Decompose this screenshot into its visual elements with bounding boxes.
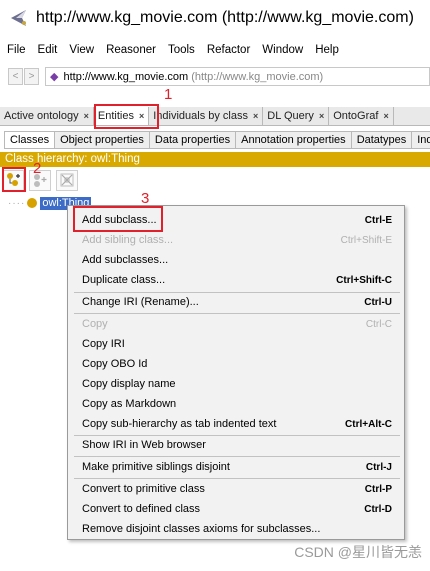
tab-label: Active ontology — [4, 110, 79, 122]
menu-item-label: Copy — [82, 318, 108, 330]
menu-item-label: Add subclasses... — [82, 254, 169, 266]
subtab-datatypes[interactable]: Datatypes — [351, 131, 413, 149]
tab-ontograf[interactable]: OntoGraf × — [329, 107, 394, 125]
back-button[interactable]: < — [8, 68, 23, 85]
menu-item-shortcut: Ctrl-U — [364, 296, 392, 308]
annotation-box-entities-tab — [94, 104, 159, 129]
subtab-object-properties[interactable]: Object properties — [55, 131, 150, 149]
ontology-iri: http://www.kg_movie.com — [63, 70, 189, 83]
menu-item-shortcut: Ctrl-E — [364, 214, 392, 226]
menu-item-remove-disjoint-axioms[interactable]: Remove disjoint classes axioms for subcl… — [82, 519, 392, 539]
menu-item-label: Make primitive siblings disjoint — [82, 461, 230, 473]
menu-item-copy-sub-hierarchy[interactable]: Copy sub-hierarchy as tab indented text C… — [82, 414, 392, 434]
tab-label: Individuals by class — [153, 110, 248, 122]
menu-item-label: Add sibling class... — [82, 234, 174, 246]
close-icon[interactable]: × — [383, 111, 388, 121]
menu-file[interactable]: File — [0, 44, 32, 56]
close-icon[interactable]: × — [319, 111, 324, 121]
protege-icon — [11, 10, 26, 26]
class-hierarchy-header: Class hierarchy: owl:Thing — [0, 152, 430, 167]
subtab-individuals[interactable]: Indiv — [412, 131, 430, 149]
menu-item-label: Duplicate class... — [82, 274, 166, 286]
menu-item-label: Copy display name — [82, 378, 176, 390]
menu-window[interactable]: Window — [256, 44, 309, 56]
annotation-number: 1 — [164, 86, 173, 103]
menu-item-copy-as-markdown[interactable]: Copy as Markdown — [82, 394, 392, 414]
delete-class-icon — [60, 173, 74, 187]
tab-individuals-by-class[interactable]: Individuals by class × — [149, 107, 264, 125]
menu-help[interactable]: Help — [309, 44, 345, 56]
menu-tools[interactable]: Tools — [162, 44, 201, 56]
entity-subtabs: Classes Object properties Data propertie… — [4, 131, 430, 149]
annotation-box-add-subclass-item — [73, 206, 163, 232]
menu-item-add-subclasses[interactable]: Add subclasses... — [82, 250, 392, 270]
subtab-data-properties[interactable]: Data properties — [149, 131, 237, 149]
menu-item-copy-display-name[interactable]: Copy display name — [82, 374, 392, 394]
forward-button[interactable]: > — [24, 68, 39, 85]
tab-label: DL Query — [267, 110, 314, 122]
menu-reasoner[interactable]: Reasoner — [100, 44, 162, 56]
ontology-iri-hint: (http://www.kg_movie.com) — [191, 70, 324, 83]
menu-item-convert-to-defined[interactable]: Convert to defined class Ctrl-D — [82, 499, 392, 519]
menu-item-label: Convert to primitive class — [82, 483, 205, 495]
class-icon — [27, 198, 38, 208]
menu-item-shortcut: Ctrl-D — [364, 503, 392, 515]
context-menu: Add subclass... Ctrl-E Add sibling class.… — [67, 205, 405, 540]
annotation-number: 2 — [33, 160, 42, 177]
menu-bar: File Edit View Reasoner Tools Refactor W… — [0, 40, 430, 60]
menu-item-label: Change IRI (Rename)... — [82, 296, 199, 308]
menu-item-copy-iri[interactable]: Copy IRI — [82, 334, 392, 354]
annotation-number: 3 — [141, 190, 150, 207]
tree-connector: ···· — [8, 197, 26, 209]
menu-item-shortcut: Ctrl-J — [365, 461, 392, 473]
menu-item-convert-to-primitive[interactable]: Convert to primitive class Ctrl-P — [82, 479, 392, 499]
menu-item-make-siblings-disjoint[interactable]: Make primitive siblings disjoint Ctrl-J — [82, 457, 392, 477]
menu-item-shortcut: Ctrl-C — [365, 318, 392, 330]
menu-edit[interactable]: Edit — [32, 44, 64, 56]
workspace-tabs: Active ontology × Entities × Individuals… — [0, 107, 430, 126]
tab-label: OntoGraf — [333, 110, 379, 122]
url-bar: < > ◆ http://www.kg_movie.com (http://ww… — [8, 66, 430, 87]
chevron-right-icon: > — [28, 71, 35, 82]
menu-view[interactable]: View — [63, 44, 100, 56]
menu-item-label: Convert to defined class — [82, 503, 201, 515]
menu-item-label: Show IRI in Web browser — [82, 439, 206, 451]
menu-item-copy-obo-id[interactable]: Copy OBO Id — [82, 354, 392, 374]
menu-item-label: Copy IRI — [82, 338, 125, 350]
menu-item-shortcut: Ctrl-P — [364, 483, 392, 495]
menu-item-label: Copy OBO Id — [82, 358, 148, 370]
menu-item-shortcut: Ctrl+Shift-C — [336, 274, 392, 286]
subtab-annotation-properties[interactable]: Annotation properties — [236, 131, 352, 149]
watermark: CSDN @星川皆无恙 — [294, 544, 422, 560]
menu-item-shortcut: Ctrl+Shift-E — [340, 234, 392, 246]
menu-item-add-sibling-class: Add sibling class... Ctrl+Shift-E — [82, 230, 392, 250]
window-title: http://www.kg_movie.com (http://www.kg_m… — [36, 9, 414, 26]
delete-class-button[interactable] — [56, 169, 78, 191]
close-icon[interactable]: × — [253, 111, 258, 121]
hierarchy-toolbar — [0, 168, 430, 192]
annotation-box-add-subclass — [2, 167, 26, 192]
menu-item-copy: Copy Ctrl-C — [82, 314, 392, 334]
menu-item-label: Copy as Markdown — [82, 398, 177, 410]
close-icon[interactable]: × — [84, 111, 89, 121]
tab-dl-query[interactable]: DL Query × — [263, 107, 330, 125]
menu-refactor[interactable]: Refactor — [201, 44, 256, 56]
menu-item-change-iri[interactable]: Change IRI (Rename)... Ctrl-U — [82, 292, 392, 312]
menu-item-duplicate-class[interactable]: Duplicate class... Ctrl+Shift-C — [82, 270, 392, 290]
title-bar: http://www.kg_movie.com (http://www.kg_m… — [0, 0, 430, 36]
chevron-left-icon: < — [12, 71, 19, 82]
ontology-iri-field[interactable]: ◆ http://www.kg_movie.com (http://www.kg… — [45, 67, 430, 86]
menu-item-label: Remove disjoint classes axioms for subcl… — [82, 523, 321, 535]
menu-item-label: Copy sub-hierarchy as tab indented text — [82, 418, 277, 430]
menu-item-show-iri-in-browser[interactable]: Show IRI in Web browser — [82, 435, 392, 455]
tab-active-ontology[interactable]: Active ontology × — [0, 107, 94, 125]
ontology-icon: ◆ — [50, 71, 59, 83]
menu-item-shortcut: Ctrl+Alt-C — [345, 418, 392, 430]
subtab-classes[interactable]: Classes — [4, 131, 56, 149]
